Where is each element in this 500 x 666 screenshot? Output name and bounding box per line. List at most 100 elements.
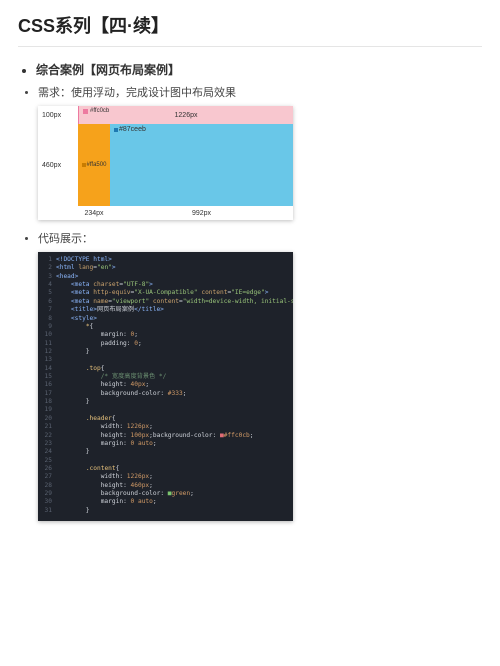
header-height-label: 100px (38, 106, 78, 124)
code-text: <meta http-equiv="X-UA-Compatible" conte… (56, 289, 293, 297)
line-number: 29 (38, 490, 56, 498)
line-number: 5 (38, 289, 56, 297)
code-text: height: 460px; (56, 482, 293, 490)
code-text: height: 100px;background-color: ■#ffc0cb… (56, 432, 293, 440)
page-title: CSS系列【四·续】 (18, 12, 482, 38)
line-number: 30 (38, 498, 56, 506)
code-text: background-color: #333; (56, 390, 293, 398)
content-height-label: 460px (38, 124, 78, 206)
line-number: 11 (38, 340, 56, 348)
line-number: 8 (38, 315, 56, 323)
line-number: 4 (38, 281, 56, 289)
code-line: 30 margin: 0 auto; (38, 498, 293, 506)
code-line: 27 width: 1226px; (38, 473, 293, 481)
code-line: 26 .content{ (38, 465, 293, 473)
line-number: 3 (38, 273, 56, 281)
main-blue: #87ceeb (110, 124, 293, 206)
header-width-label: 1226px (175, 112, 198, 119)
code-line: 23 margin: 0 auto; (38, 440, 293, 448)
code-line: 21 width: 1226px; (38, 423, 293, 431)
code-text: .top{ (56, 365, 293, 373)
line-number: 14 (38, 365, 56, 373)
code-line: 15 /* 宽度高度背景色 */ (38, 373, 293, 381)
code-line: 5 <meta http-equiv="X-UA-Compatible" con… (38, 289, 293, 297)
main-width-label: 992px (110, 206, 293, 220)
line-number: 21 (38, 423, 56, 431)
code-line: 14 .top{ (38, 365, 293, 373)
code-line: 2<html lang="en"> (38, 264, 293, 272)
code-text: } (56, 507, 293, 515)
header-swatch-label: #ffc0cb (90, 108, 109, 114)
code-line: 20 .header{ (38, 415, 293, 423)
code-text: <meta charset="UTF-8"> (56, 281, 293, 289)
layout-figure: 100px #ffc0cb 1226px 460px #ffa500 (38, 106, 293, 220)
line-number: 9 (38, 323, 56, 331)
line-number: 20 (38, 415, 56, 423)
pink-swatch-icon (83, 109, 88, 114)
code-text: /* 宽度高度背景色 */ (56, 373, 293, 381)
line-number: 17 (38, 390, 56, 398)
line-number: 7 (38, 306, 56, 314)
code-line: 19 (38, 406, 293, 414)
code-text: <!DOCTYPE html> (56, 256, 293, 264)
line-number: 31 (38, 507, 56, 515)
code-text: *{ (56, 323, 293, 331)
foot-spacer (38, 206, 78, 220)
code-text: <style> (56, 315, 293, 323)
section-items: 需求：使用浮动，完成设计图中布局效果 100px #ffc0cb 1226px … (18, 84, 482, 521)
line-number: 6 (38, 298, 56, 306)
code-text: } (56, 448, 293, 456)
code-line: 3<head> (38, 273, 293, 281)
code-text (56, 406, 293, 414)
code-editor: 1<!DOCTYPE html>2<html lang="en">3<head>… (38, 252, 293, 521)
code-text (56, 457, 293, 465)
code-line: 10 margin: 0; (38, 331, 293, 339)
code-text: <meta name="viewport" content="width=dev… (56, 298, 293, 306)
line-number: 1 (38, 256, 56, 264)
code-line: 17 background-color: #333; (38, 390, 293, 398)
code-text: } (56, 348, 293, 356)
line-number: 23 (38, 440, 56, 448)
code-text: <head> (56, 273, 293, 281)
code-line: 25 (38, 457, 293, 465)
sidebar-width-label: 234px (78, 206, 110, 220)
code-line: 13 (38, 356, 293, 364)
outline-list: 综合案例【网页布局案例】 (18, 61, 482, 78)
code-text (56, 356, 293, 364)
code-line: 9 *{ (38, 323, 293, 331)
code-line: 18 } (38, 398, 293, 406)
code-line: 31 } (38, 507, 293, 515)
code-line: 12 } (38, 348, 293, 356)
line-number: 26 (38, 465, 56, 473)
code-text: <html lang="en"> (56, 264, 293, 272)
line-number: 16 (38, 381, 56, 389)
code-line: 6 <meta name="viewport" content="width=d… (38, 298, 293, 306)
code-line: 11 padding: 0; (38, 340, 293, 348)
line-number: 28 (38, 482, 56, 490)
side-swatch-label: #ffa500 (87, 162, 107, 168)
code-text: .header{ (56, 415, 293, 423)
code-text: margin: 0 auto; (56, 498, 293, 506)
section-heading: 综合案例【网页布局案例】 (36, 61, 482, 78)
code-text: } (56, 398, 293, 406)
code-line: 7 <title>网页布局案例</title> (38, 306, 293, 314)
code-text: padding: 0; (56, 340, 293, 348)
code-line: 16 height: 40px; (38, 381, 293, 389)
requirement-text: 需求：使用浮动，完成设计图中布局效果 (38, 84, 482, 100)
code-line: 28 height: 460px; (38, 482, 293, 490)
code-text: <title>网页布局案例</title> (56, 306, 293, 314)
line-number: 27 (38, 473, 56, 481)
blue-swatch-icon (114, 128, 118, 132)
line-number: 18 (38, 398, 56, 406)
code-line: 22 height: 100px;background-color: ■#ffc… (38, 432, 293, 440)
line-number: 22 (38, 432, 56, 440)
code-line: 1<!DOCTYPE html> (38, 256, 293, 264)
code-caption: 代码展示： (38, 230, 482, 246)
line-number: 10 (38, 331, 56, 339)
title-divider (18, 46, 482, 47)
code-text: height: 40px; (56, 381, 293, 389)
line-number: 25 (38, 457, 56, 465)
code-line: 8 <style> (38, 315, 293, 323)
line-number: 24 (38, 448, 56, 456)
sidebar-orange: #ffa500 (78, 124, 110, 206)
